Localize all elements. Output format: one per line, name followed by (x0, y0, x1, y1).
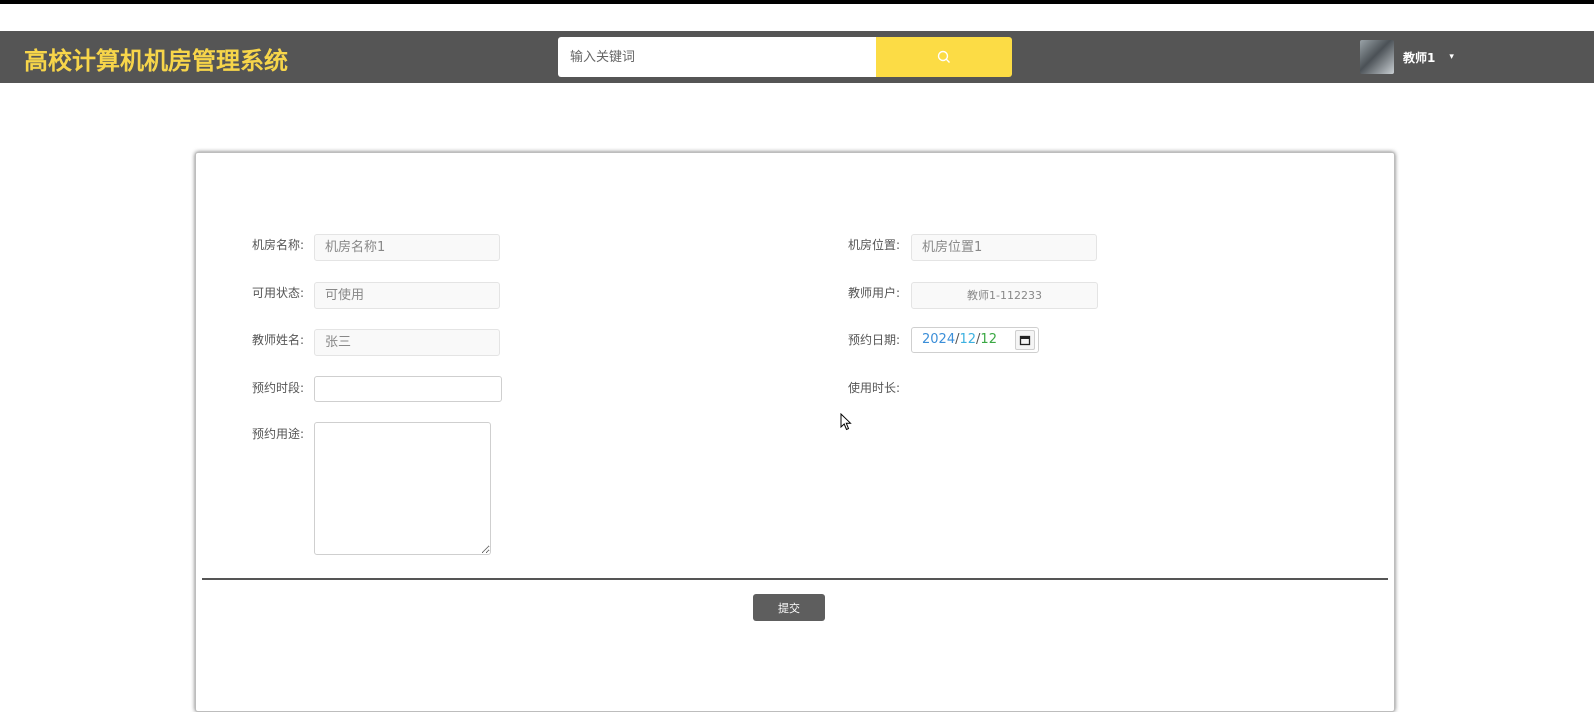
teacher-user-label: 教师用户: (848, 286, 901, 300)
avatar (1360, 40, 1394, 74)
purpose-label: 预约用途: (252, 427, 305, 441)
submit-button[interactable]: 提交 (753, 594, 825, 621)
booking-date-input[interactable]: 2024 / 12 / 12 (911, 327, 1039, 353)
teacher-user-field: 教师1-112233 (911, 282, 1098, 309)
chevron-down-icon: ▾ (1449, 52, 1454, 62)
purpose-textarea[interactable] (314, 422, 491, 555)
calendar-icon[interactable] (1014, 330, 1035, 350)
search-input[interactable] (558, 37, 876, 77)
room-location-label: 机房位置: (848, 238, 901, 252)
search-icon (937, 50, 950, 63)
divider (202, 578, 1388, 580)
top-border (0, 0, 1594, 4)
teacher-name-label: 教师姓名: (252, 333, 305, 347)
date-year: 2024 (922, 332, 956, 347)
username: 教师1 (1403, 50, 1436, 65)
date-month: 12 (959, 332, 977, 347)
room-name-label: 机房名称: (252, 238, 305, 252)
date-day: 12 (980, 332, 997, 347)
room-location-field: 机房位置1 (911, 234, 1097, 261)
status-label: 可用状态: (252, 286, 305, 300)
app-logo-title: 高校计算机机房管理系统 (24, 47, 288, 75)
header: 高校计算机机房管理系统 教师1 ▾ (0, 31, 1594, 83)
teacher-name-field: 张三 (314, 329, 500, 356)
time-slot-label: 预约时段: (252, 381, 305, 395)
room-name-field: 机房名称1 (314, 234, 500, 261)
search-button[interactable] (876, 37, 1012, 77)
mouse-cursor-icon (840, 413, 852, 431)
status-field: 可使用 (314, 282, 500, 309)
duration-label: 使用时长: (848, 381, 901, 395)
user-menu[interactable]: 教师1 ▾ (1360, 35, 1454, 79)
booking-form-panel: 机房名称: 机房名称1 机房位置: 机房位置1 可用状态: 可使用 教师用户: … (195, 152, 1395, 712)
time-slot-input[interactable] (314, 376, 502, 402)
booking-date-label: 预约日期: (848, 333, 901, 347)
